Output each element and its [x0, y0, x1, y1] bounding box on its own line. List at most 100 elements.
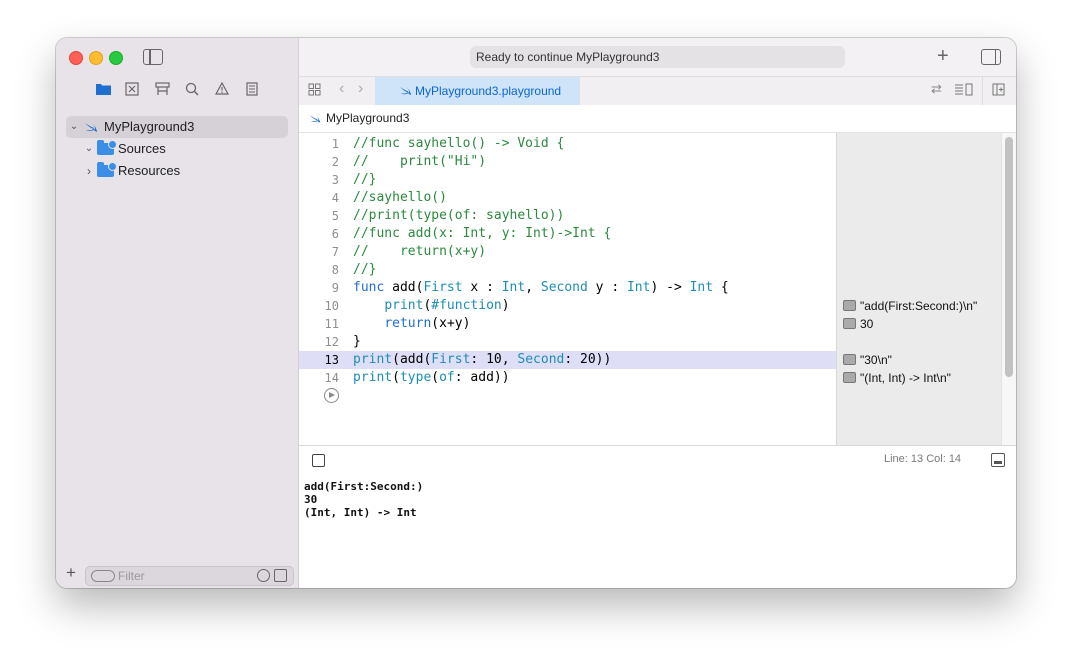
toggle-console-icon[interactable]: [991, 453, 1005, 467]
tree-item-resources[interactable]: › Resources: [56, 160, 298, 182]
run-playground-icon[interactable]: [324, 388, 339, 403]
code-line[interactable]: 6 //func add(x: Int, y: Int)->Int {: [299, 225, 836, 243]
recent-files-icon[interactable]: [257, 569, 270, 582]
editor-scrollbar[interactable]: [1001, 133, 1016, 445]
source-editor[interactable]: 1 //func sayhello() -> Void { 2 // print("H…: [299, 133, 836, 445]
line-number: 8: [331, 263, 339, 277]
filter-options-icon[interactable]: [91, 570, 115, 582]
debug-bar: Line: 13 Col: 14: [299, 445, 1016, 475]
minimize-window-button[interactable]: [89, 51, 103, 65]
code-text: //func sayhello() -> Void {: [353, 136, 565, 151]
code-text: //sayhello(): [353, 190, 447, 205]
code-text: //print(type(of: sayhello)): [353, 208, 565, 223]
inspector-toggle-icon[interactable]: [981, 49, 1001, 65]
code-line[interactable]: 13 print(add(First: 10, Second: 20)): [299, 351, 836, 369]
show-debug-area-checkbox[interactable]: [312, 454, 325, 467]
code-line[interactable]: 11 return(x+y): [299, 315, 836, 333]
code-text: print(type(of: add)): [353, 370, 510, 385]
result-value[interactable]: "add(First:Second:)\n": [843, 297, 977, 315]
line-number: 1: [331, 137, 339, 151]
line-number: 5: [331, 209, 339, 223]
add-library-icon[interactable]: +: [937, 45, 949, 68]
issue-navigator-icon[interactable]: [214, 81, 230, 98]
code-text: // print("Hi"): [353, 154, 487, 169]
code-text: return(x+y): [384, 316, 471, 331]
source-control-navigator-icon[interactable]: [124, 82, 140, 98]
back-icon[interactable]: ‹: [339, 80, 344, 98]
code-text: print(add(First: 10, Second: 20)): [353, 352, 612, 367]
breadcrumb: MyPlayground3: [299, 105, 1016, 133]
activity-status: Ready to continue MyPlayground3: [470, 46, 845, 68]
scrollbar-thumb[interactable]: [1005, 137, 1013, 377]
filter-input[interactable]: Filter: [85, 566, 294, 586]
line-number: 2: [331, 155, 339, 169]
line-number: 7: [331, 245, 339, 259]
tree-item-label: MyPlayground3: [104, 119, 195, 134]
code-line[interactable]: 2 // print("Hi"): [299, 153, 836, 171]
line-number: 12: [324, 335, 339, 349]
line-number: 4: [331, 191, 339, 205]
line-number: 6: [331, 227, 339, 241]
console-output[interactable]: add(First:Second:) 30 (Int, Int) -> Int: [299, 474, 1016, 588]
code-text: print(#function): [384, 298, 510, 313]
sidebar-toggle-icon[interactable]: [143, 49, 163, 65]
code-line[interactable]: 12}: [299, 333, 836, 351]
line-number: 13: [324, 353, 339, 367]
code-text: }: [353, 334, 361, 349]
code-line[interactable]: 4 //sayhello(): [299, 189, 836, 207]
editor-options-icon[interactable]: [954, 83, 974, 99]
swift-icon: [309, 114, 321, 123]
divider: [982, 77, 983, 105]
quick-look-icon[interactable]: [843, 354, 856, 365]
result-value[interactable]: "(Int, Int) -> Int\n": [843, 369, 951, 387]
grid-icon[interactable]: [308, 83, 321, 99]
code-line[interactable]: 8 //}: [299, 261, 836, 279]
console-line: 30: [304, 493, 318, 506]
tree-item-playground[interactable]: ⌄ MyPlayground3: [66, 116, 288, 138]
tab-label: MyPlayground3.playground: [415, 84, 562, 98]
find-navigator-icon[interactable]: [184, 82, 200, 98]
symbol-navigator-icon[interactable]: [154, 82, 170, 98]
result-value[interactable]: 30: [843, 315, 873, 333]
close-window-button[interactable]: [69, 51, 83, 65]
filter-placeholder: Filter: [118, 569, 145, 583]
result-text: "30\n": [860, 353, 892, 367]
swap-arrows-icon[interactable]: ⇄: [931, 81, 942, 97]
code-line[interactable]: 1 //func sayhello() -> Void {: [299, 135, 836, 153]
code-line[interactable]: 14 print(type(of: add)): [299, 369, 836, 387]
code-line[interactable]: 7 // return(x+y): [299, 243, 836, 261]
add-icon[interactable]: +: [66, 563, 76, 583]
quick-look-icon[interactable]: [843, 318, 856, 329]
status-text: Ready to continue MyPlayground3: [476, 50, 660, 64]
quick-look-icon[interactable]: [843, 300, 856, 311]
folder-icon: [97, 162, 117, 177]
line-number: 14: [324, 371, 339, 385]
source-control-filter-icon[interactable]: [274, 569, 287, 582]
chevron-down-icon[interactable]: ⌄: [84, 138, 94, 160]
console-line: (Int, Int) -> Int: [304, 506, 417, 519]
result-value[interactable]: "30\n": [843, 351, 892, 369]
tree-item-label: Resources: [118, 163, 181, 178]
report-navigator-icon[interactable]: [244, 82, 260, 98]
folder-navigator-icon[interactable]: [95, 82, 111, 98]
chevron-right-icon[interactable]: ›: [84, 160, 94, 182]
forward-icon[interactable]: ›: [358, 80, 363, 98]
code-line[interactable]: 9 func add(First x : Int, Second y : Int)…: [299, 279, 836, 297]
quick-look-icon[interactable]: [843, 372, 856, 383]
tab-playground[interactable]: MyPlayground3.playground: [375, 77, 580, 105]
code-text: //}: [353, 172, 377, 187]
code-line[interactable]: 3 //}: [299, 171, 836, 189]
code-text: // return(x+y): [353, 244, 487, 259]
results-sidebar: "add(First:Second:)\n" 30 "30\n" "(Int, Int…: [836, 133, 1002, 445]
add-editor-icon[interactable]: [992, 83, 1005, 99]
line-number: 10: [324, 299, 339, 313]
tree-item-sources[interactable]: ⌄ Sources: [56, 138, 298, 160]
result-text: "(Int, Int) -> Int\n": [860, 371, 951, 385]
swift-icon: [85, 122, 97, 132]
chevron-down-icon[interactable]: ⌄: [69, 116, 79, 138]
code-line[interactable]: 5 //print(type(of: sayhello)): [299, 207, 836, 225]
code-line[interactable]: 10 print(#function): [299, 297, 836, 315]
zoom-window-button[interactable]: [109, 51, 123, 65]
code-text: func add(First x : Int, Second y : Int) …: [353, 280, 729, 295]
breadcrumb-item[interactable]: MyPlayground3: [326, 105, 409, 132]
